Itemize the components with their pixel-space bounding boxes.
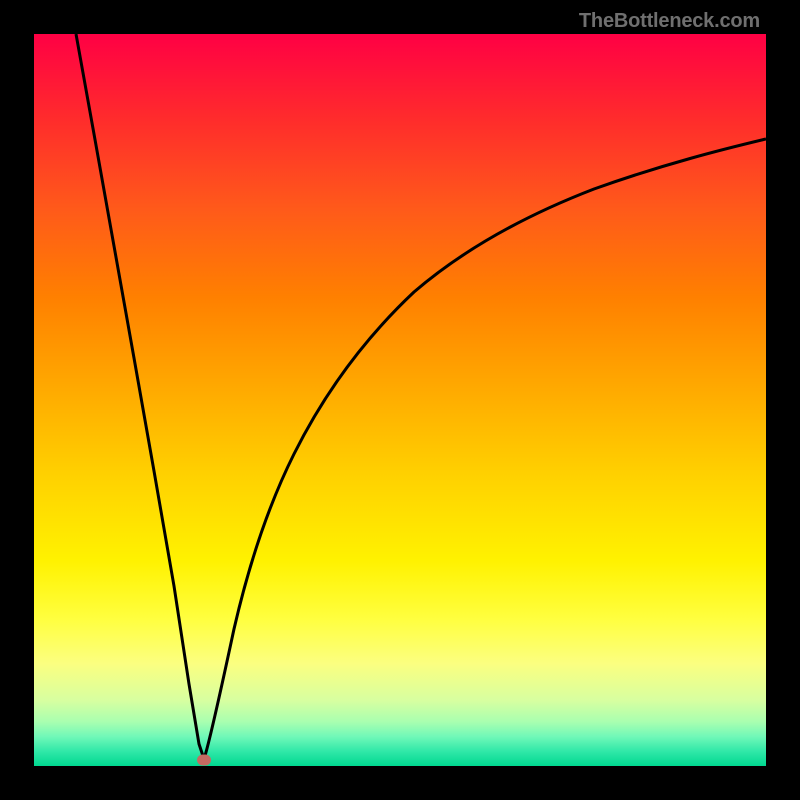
watermark-text: TheBottleneck.com [579, 10, 760, 33]
curve-left-branch [76, 34, 204, 759]
curve-right-branch [204, 139, 766, 759]
plot-area [34, 34, 766, 766]
chart-frame: TheBottleneck.com [0, 0, 800, 800]
minimum-marker [197, 755, 211, 766]
bottleneck-curve [34, 34, 766, 766]
